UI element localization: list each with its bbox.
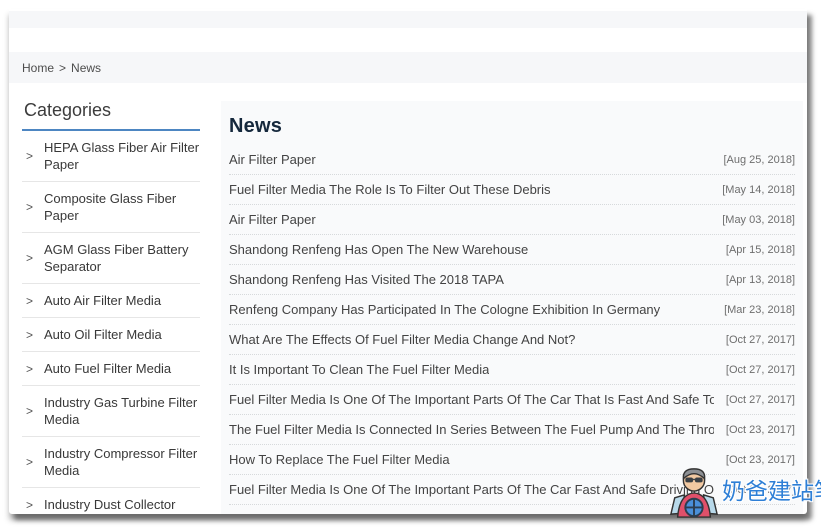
news-row: Shandong Renfeng Has Open The New Wareho… <box>229 235 795 265</box>
news-date: [Oct 27, 2017] <box>714 394 795 406</box>
sidebar-category-label: Industry Dust Collector <box>44 496 176 513</box>
news-row: Fuel Filter Media The Role Is To Filter … <box>229 505 795 514</box>
sidebar-category-item[interactable]: > Industry Compressor Filter Media <box>22 437 200 488</box>
chevron-right-icon: > <box>22 455 44 469</box>
news-row: The Fuel Filter Media Is Connected In Se… <box>229 415 795 445</box>
news-date: [May 14, 2018] <box>710 184 795 196</box>
breadcrumb-current: News <box>71 61 101 75</box>
screenshot-stage: Home > News Categories > HEPA Glass Fibe… <box>0 0 821 528</box>
category-list: > HEPA Glass Fiber Air Filter Paper > Co… <box>22 131 200 514</box>
news-title-link[interactable]: Air Filter Paper <box>229 212 316 227</box>
news-title-link[interactable]: How To Replace The Fuel Filter Media <box>229 452 450 467</box>
sidebar-category-label: Composite Glass Fiber Paper <box>44 190 200 224</box>
sidebar-category-label: Auto Air Filter Media <box>44 292 161 309</box>
chevron-right-icon: > <box>22 294 44 308</box>
sidebar-category-item[interactable]: > Auto Oil Filter Media <box>22 318 200 352</box>
news-date: [Oct 23, 2017] <box>714 454 795 466</box>
news-title-link[interactable]: Air Filter Paper <box>229 152 316 167</box>
news-date: [Aug 25, 2018] <box>711 154 795 166</box>
news-row: Air Filter Paper [May 03, 2018] <box>229 205 795 235</box>
sidebar-category-label: Industry Compressor Filter Media <box>44 445 200 479</box>
news-title-link[interactable]: What Are The Effects Of Fuel Filter Medi… <box>229 332 575 347</box>
news-date: [Oct 18, 2017] <box>714 514 795 515</box>
header-strip <box>9 11 807 28</box>
news-title-link[interactable]: Fuel Filter Media Is One Of The Importan… <box>229 392 714 407</box>
chevron-right-icon: > <box>22 200 44 214</box>
sidebar-category-item[interactable]: > Industry Gas Turbine Filter Media <box>22 386 200 437</box>
news-title-link[interactable]: Fuel Filter Media The Role Is To Filter … <box>229 182 551 197</box>
news-date: [Apr 15, 2018] <box>714 244 795 256</box>
news-date: [Oct 23, 2017] <box>714 424 795 436</box>
categories-title: Categories <box>22 98 200 131</box>
sidebar-category-item[interactable]: > Auto Fuel Filter Media <box>22 352 200 386</box>
news-row: Fuel Filter Media Is One Of The Importan… <box>229 385 795 415</box>
chevron-right-icon: > <box>22 251 44 265</box>
page-window: Home > News Categories > HEPA Glass Fibe… <box>9 9 807 514</box>
breadcrumb: Home > News <box>9 52 807 83</box>
news-row: Air Filter Paper [Aug 25, 2018] <box>229 145 795 175</box>
news-title-link[interactable]: It Is Important To Clean The Fuel Filter… <box>229 362 489 377</box>
news-row: What Are The Effects Of Fuel Filter Medi… <box>229 325 795 355</box>
chevron-right-icon: > <box>22 362 44 376</box>
news-row: How To Replace The Fuel Filter Media [Oc… <box>229 445 795 475</box>
news-panel: News Air Filter Paper [Aug 25, 2018] Fue… <box>221 101 803 514</box>
news-title-link[interactable]: The Fuel Filter Media Is Connected In Se… <box>229 422 714 437</box>
news-date: [Mar 23, 2018] <box>712 304 795 316</box>
breadcrumb-home-link[interactable]: Home <box>22 61 54 75</box>
news-title-link[interactable]: Fuel Filter Media The Role Is To Filter … <box>229 512 620 514</box>
news-title-link[interactable]: Shandong Renfeng Has Open The New Wareho… <box>229 242 528 257</box>
news-row: Fuel Filter Media Is One Of The Importan… <box>229 475 795 505</box>
news-date: [Oct 23, 2017] <box>714 484 795 496</box>
sidebar-category-label: AGM Glass Fiber Battery Separator <box>44 241 200 275</box>
news-row: Renfeng Company Has Participated In The … <box>229 295 795 325</box>
news-title-link[interactable]: Fuel Filter Media Is One Of The Importan… <box>229 482 714 497</box>
sidebar-category-label: HEPA Glass Fiber Air Filter Paper <box>44 139 200 173</box>
categories-sidebar: Categories > HEPA Glass Fiber Air Filter… <box>22 98 200 514</box>
news-date: [Oct 27, 2017] <box>714 364 795 376</box>
chevron-right-icon: > <box>22 404 44 418</box>
sidebar-category-label: Auto Oil Filter Media <box>44 326 162 343</box>
news-row: Fuel Filter Media The Role Is To Filter … <box>229 175 795 205</box>
news-row: Shandong Renfeng Has Visited The 2018 TA… <box>229 265 795 295</box>
page-title: News <box>229 113 795 139</box>
sidebar-category-item[interactable]: > AGM Glass Fiber Battery Separator <box>22 233 200 284</box>
news-title-link[interactable]: Renfeng Company Has Participated In The … <box>229 302 660 317</box>
chevron-right-icon: > <box>22 328 44 342</box>
news-date: [Oct 27, 2017] <box>714 334 795 346</box>
sidebar-category-item[interactable]: > HEPA Glass Fiber Air Filter Paper <box>22 131 200 182</box>
sidebar-category-item[interactable]: > Industry Dust Collector <box>22 488 200 514</box>
chevron-right-icon: > <box>22 149 44 163</box>
news-list: Air Filter Paper [Aug 25, 2018] Fuel Fil… <box>229 145 795 514</box>
sidebar-category-label: Auto Fuel Filter Media <box>44 360 171 377</box>
sidebar-category-label: Industry Gas Turbine Filter Media <box>44 394 200 428</box>
news-title-link[interactable]: Shandong Renfeng Has Visited The 2018 TA… <box>229 272 504 287</box>
news-date: [Apr 13, 2018] <box>714 274 795 286</box>
sidebar-category-item[interactable]: > Composite Glass Fiber Paper <box>22 182 200 233</box>
news-row: It Is Important To Clean The Fuel Filter… <box>229 355 795 385</box>
news-date: [May 03, 2018] <box>710 214 795 226</box>
breadcrumb-separator: > <box>59 61 66 75</box>
chevron-right-icon: > <box>22 498 44 512</box>
sidebar-category-item[interactable]: > Auto Air Filter Media <box>22 284 200 318</box>
